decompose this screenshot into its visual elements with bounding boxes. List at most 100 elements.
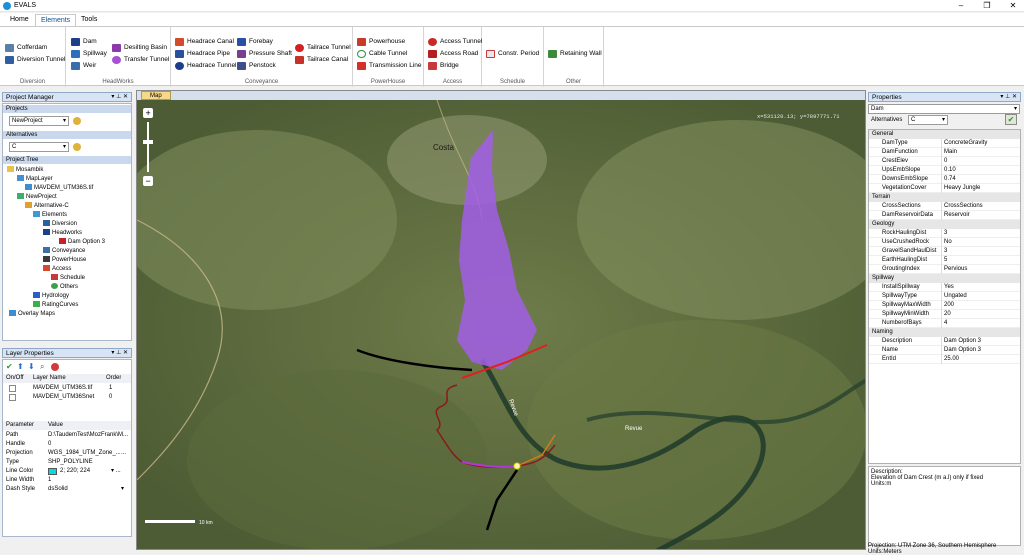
tree-item[interactable]: Overlay Maps bbox=[9, 310, 55, 318]
layer-checkbox[interactable] bbox=[9, 394, 16, 401]
pin-icon[interactable]: ▾ ⊥ ✕ bbox=[1000, 93, 1017, 102]
menu-home[interactable]: Home bbox=[5, 14, 34, 26]
tree-item[interactable]: Headworks bbox=[43, 229, 82, 237]
arrow-up-icon[interactable]: ⬆ bbox=[17, 362, 24, 371]
property-value[interactable]: Ungated bbox=[941, 292, 1020, 301]
property-value[interactable]: Dam Option 3 bbox=[941, 337, 1020, 346]
tree-item[interactable]: MAVDEM_UTM36S.tif bbox=[25, 184, 93, 192]
transmission-line-button[interactable]: Transmission Line bbox=[357, 60, 422, 71]
property-row[interactable]: SpillwayMaxWidth 200 bbox=[869, 301, 1020, 310]
powerhouse-marker[interactable] bbox=[513, 462, 521, 470]
property-value[interactable]: ConcreteGravity bbox=[941, 139, 1020, 148]
minimize-button[interactable]: – bbox=[954, 1, 968, 11]
layer-checkbox[interactable] bbox=[9, 385, 16, 392]
property-row[interactable]: EntId 25.00 bbox=[869, 355, 1020, 364]
property-row[interactable]: GravelSandHaulDist 3 bbox=[869, 247, 1020, 256]
property-row[interactable]: SpillwayType Ungated bbox=[869, 292, 1020, 301]
tree-item[interactable]: Diversion bbox=[43, 220, 77, 228]
property-value[interactable]: 3 bbox=[941, 229, 1020, 238]
property-value[interactable]: Main bbox=[941, 148, 1020, 157]
remove-icon[interactable] bbox=[51, 363, 59, 371]
property-row[interactable]: UpsEmbSlope 0.10 bbox=[869, 166, 1020, 175]
diversion-tunnel-button[interactable]: Diversion Tunnel bbox=[5, 54, 65, 65]
tree-item[interactable]: Elements bbox=[33, 211, 67, 219]
retaining-wall-button[interactable]: Retaining Wall bbox=[548, 48, 602, 59]
property-row[interactable]: EarthHaulingDist 5 bbox=[869, 256, 1020, 265]
property-value[interactable]: 4 bbox=[941, 319, 1020, 328]
property-row[interactable]: DownsEmbSlope 0.74 bbox=[869, 175, 1020, 184]
headrace-canal-button[interactable]: Headrace Canal bbox=[175, 36, 234, 47]
tree-item[interactable]: Schedule bbox=[51, 274, 85, 282]
constr-period-button[interactable]: Constr. Period bbox=[486, 48, 539, 59]
transfer-tunnel-button[interactable]: Transfer Tunnel bbox=[112, 54, 169, 65]
property-value[interactable]: 200 bbox=[941, 301, 1020, 310]
tree-item[interactable]: Hydrology bbox=[33, 292, 69, 300]
property-row[interactable]: GroutingIndex Pervious bbox=[869, 265, 1020, 274]
tree-item[interactable]: PowerHouse bbox=[43, 256, 86, 264]
property-row[interactable]: CrestElev 0 bbox=[869, 157, 1020, 166]
tree-item[interactable]: Conveyance bbox=[43, 247, 85, 255]
access-road-button[interactable]: Access Road bbox=[428, 48, 478, 59]
spillway-button[interactable]: Spillway bbox=[71, 48, 107, 59]
alternative-select[interactable]: C bbox=[908, 115, 948, 125]
color-swatch[interactable] bbox=[48, 468, 57, 475]
zoom-layer-icon[interactable]: ⌕ bbox=[40, 362, 44, 372]
param-row[interactable]: Dash Style dsSolid ▾ bbox=[3, 485, 131, 494]
property-value[interactable]: Dam Option 3 bbox=[941, 346, 1020, 355]
dropdown-icon[interactable]: ▾ ... bbox=[111, 467, 121, 476]
tree-item[interactable]: Others bbox=[51, 283, 78, 291]
ellipsis-button[interactable]: ... bbox=[121, 449, 126, 458]
cofferdam-button[interactable]: Cofferdam bbox=[5, 42, 47, 53]
param-row[interactable]: Line Color 2; 220; 224 ▾ ... bbox=[3, 467, 131, 476]
property-value[interactable]: 3 bbox=[941, 247, 1020, 256]
tree-item[interactable]: MapLayer bbox=[17, 175, 53, 183]
tree-item[interactable]: Mosambik bbox=[7, 166, 43, 174]
maximize-button[interactable]: ❐ bbox=[980, 1, 994, 11]
weir-button[interactable]: Weir bbox=[71, 60, 96, 71]
pin-icon[interactable]: ▾ ⊥ ✕ bbox=[111, 93, 128, 102]
project-select[interactable]: NewProject bbox=[9, 116, 69, 126]
property-value[interactable]: 0.74 bbox=[941, 175, 1020, 184]
property-row[interactable]: Description Dam Option 3 bbox=[869, 337, 1020, 346]
tree-item[interactable]: Access bbox=[43, 265, 71, 273]
headrace-tunnel-button[interactable]: Headrace Tunnel bbox=[175, 60, 237, 71]
param-row[interactable]: Handle 0 bbox=[3, 440, 131, 449]
layer-row[interactable]: MAVDEM_UTM36Snet 0 bbox=[3, 393, 131, 402]
apply-check-button[interactable]: ✔ bbox=[1005, 114, 1017, 125]
refresh-icon[interactable] bbox=[73, 117, 81, 125]
check-icon[interactable]: ✔ bbox=[6, 362, 13, 371]
menu-tools[interactable]: Tools bbox=[76, 14, 102, 26]
param-row[interactable]: Line Width 1 bbox=[3, 476, 131, 485]
forebay-button[interactable]: Forebay bbox=[237, 36, 273, 47]
bridge-button[interactable]: Bridge bbox=[428, 60, 459, 71]
property-row[interactable]: NumberofBays 4 bbox=[869, 319, 1020, 328]
refresh-icon[interactable] bbox=[73, 143, 81, 151]
map-view[interactable]: Map Costa Revue Revue x=531120.13; y=789… bbox=[136, 90, 866, 550]
zoom-out-icon[interactable]: − bbox=[146, 176, 151, 186]
alternative-select[interactable]: C bbox=[9, 142, 69, 152]
property-row[interactable]: VegetationCover Heavy Jungle bbox=[869, 184, 1020, 193]
property-value[interactable]: Reservoir bbox=[941, 211, 1020, 220]
arrow-down-icon[interactable]: ⬇ bbox=[28, 362, 35, 371]
property-row[interactable]: Name Dam Option 3 bbox=[869, 346, 1020, 355]
tree-item[interactable]: Dam Option 3 bbox=[59, 238, 105, 246]
property-value[interactable]: 0 bbox=[941, 157, 1020, 166]
menu-elements[interactable]: Elements bbox=[35, 14, 77, 26]
tab-map[interactable]: Map bbox=[141, 91, 171, 100]
property-category[interactable]: Terrain bbox=[869, 193, 1020, 202]
property-row[interactable]: CrossSections CrossSections bbox=[869, 202, 1020, 211]
param-row[interactable]: Type SHP_POLYLINE bbox=[3, 458, 131, 467]
property-value[interactable]: 25.00 bbox=[941, 355, 1020, 364]
property-category[interactable]: Spillway bbox=[869, 274, 1020, 283]
object-select[interactable]: Dam bbox=[868, 104, 1020, 114]
property-row[interactable]: InstallSpillway Yes bbox=[869, 283, 1020, 292]
powerhouse-button[interactable]: Powerhouse bbox=[357, 36, 405, 47]
param-row[interactable]: Path D:\TaudemTest\MozFrank\M... bbox=[3, 431, 131, 440]
tailrace-canal-button[interactable]: Tailrace Canal bbox=[295, 54, 348, 65]
dam-button[interactable]: Dam bbox=[71, 36, 97, 47]
tree-item[interactable]: Alternative-C bbox=[25, 202, 69, 210]
property-value[interactable]: 5 bbox=[941, 256, 1020, 265]
property-category[interactable]: Geology bbox=[869, 220, 1020, 229]
property-value[interactable]: CrossSections bbox=[941, 202, 1020, 211]
tailrace-tunnel-button[interactable]: Tailrace Tunnel bbox=[295, 42, 351, 53]
